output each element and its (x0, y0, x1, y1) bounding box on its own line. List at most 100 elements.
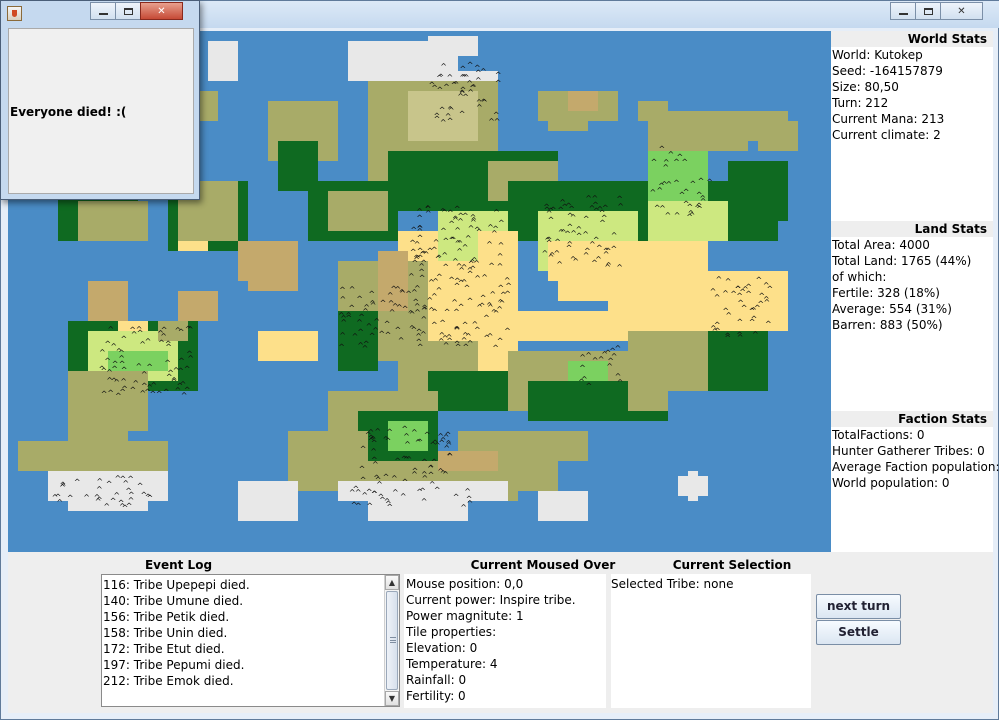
close-button[interactable]: ✕ (940, 2, 983, 20)
hill-mark-icon: ^ (737, 318, 744, 327)
hill-mark-icon: ^ (380, 298, 387, 307)
hill-mark-icon: ^ (368, 289, 375, 298)
hill-mark-icon: ^ (763, 281, 770, 290)
hill-mark-icon: ^ (340, 318, 347, 327)
hill-mark-icon: ^ (443, 236, 450, 245)
tile-fertility: Fertility: 0 (406, 689, 466, 703)
hill-mark-icon: ^ (476, 228, 483, 237)
event-log-entry[interactable]: 172: Tribe Etut died. (103, 641, 385, 657)
hill-mark-icon: ^ (616, 194, 623, 203)
hill-mark-icon: ^ (656, 186, 663, 195)
hill-mark-icon: ^ (549, 251, 556, 260)
event-log-entry[interactable]: 158: Tribe Unin died. (103, 625, 385, 641)
event-log-entry[interactable]: 156: Tribe Petik died. (103, 609, 385, 625)
hill-mark-icon: ^ (737, 333, 744, 342)
hill-mark-icon: ^ (483, 314, 490, 323)
hill-mark-icon: ^ (416, 338, 423, 347)
event-log-scrollbar[interactable]: ▲ ▼ (384, 575, 399, 706)
stats-sidebar: World Stats World: Kutokep Seed: -164157… (831, 31, 999, 552)
scrollbar-thumb[interactable] (386, 591, 398, 690)
scroll-up-button[interactable]: ▲ (385, 575, 399, 590)
hill-mark-icon: ^ (107, 389, 114, 398)
dialog-close-button[interactable]: ✕ (140, 2, 183, 20)
current-selection-title: Current Selection (672, 558, 792, 572)
event-log-entry[interactable]: 212: Tribe Emok died. (103, 673, 385, 689)
hill-mark-icon: ^ (67, 494, 74, 503)
hill-mark-icon: ^ (567, 222, 574, 231)
hill-mark-icon: ^ (130, 386, 137, 395)
hill-mark-icon: ^ (408, 272, 415, 281)
terrain-tile (688, 471, 698, 501)
hill-mark-icon: ^ (706, 177, 713, 186)
hill-mark-icon: ^ (598, 355, 605, 364)
hill-mark-icon: ^ (442, 470, 449, 479)
hill-mark-icon: ^ (724, 333, 731, 342)
hill-mark-icon: ^ (402, 305, 409, 314)
arrow-down-icon: ▼ (388, 694, 396, 703)
terrain-tile (638, 101, 668, 121)
hill-mark-icon: ^ (421, 315, 428, 324)
hill-mark-icon: ^ (141, 490, 148, 499)
hill-mark-icon: ^ (400, 492, 407, 501)
terrain-tile (428, 36, 478, 56)
hill-mark-icon: ^ (436, 286, 443, 295)
hill-mark-icon: ^ (456, 247, 463, 256)
terrain-tile (198, 91, 218, 121)
land-average: Average: 554 (31%) (832, 302, 952, 316)
terrain-tile (728, 161, 788, 221)
land-stats-body: Total Area: 4000 Total Land: 1765 (44%) … (832, 237, 994, 333)
hill-mark-icon: ^ (497, 252, 504, 261)
hill-mark-icon: ^ (474, 274, 481, 283)
maximize-button[interactable] (915, 2, 941, 20)
dialog-maximize-button[interactable] (115, 2, 141, 20)
hill-mark-icon: ^ (468, 224, 475, 233)
hill-mark-icon: ^ (392, 302, 399, 311)
world-stats-header: World Stats (831, 31, 993, 47)
next-turn-button[interactable]: next turn (816, 594, 901, 619)
event-log-entry[interactable]: 197: Tribe Pepumi died. (103, 657, 385, 673)
dialog-minimize-button[interactable] (90, 2, 116, 20)
minimize-icon (98, 12, 108, 15)
event-log-entry[interactable]: 116: Tribe Upepepi died. (103, 577, 385, 593)
hill-mark-icon: ^ (74, 477, 81, 486)
hill-mark-icon: ^ (582, 230, 589, 239)
terrain-tile (328, 191, 388, 231)
hill-mark-icon: ^ (438, 337, 445, 346)
hill-mark-icon: ^ (386, 428, 393, 437)
hill-mark-icon: ^ (683, 188, 690, 197)
terrain-tile (238, 501, 268, 521)
scroll-down-button[interactable]: ▼ (385, 691, 399, 706)
hill-mark-icon: ^ (599, 219, 606, 228)
hill-mark-icon: ^ (472, 320, 479, 329)
hill-mark-icon: ^ (340, 295, 347, 304)
hill-mark-icon: ^ (442, 262, 449, 271)
hill-mark-icon: ^ (163, 388, 170, 397)
hill-mark-icon: ^ (355, 502, 362, 511)
event-log[interactable]: 116: Tribe Upepepi died. 140: Tribe Umun… (101, 574, 400, 707)
land-fertile: Fertile: 328 (18%) (832, 286, 940, 300)
hill-mark-icon: ^ (164, 358, 171, 367)
hill-mark-icon: ^ (450, 236, 457, 245)
hill-mark-icon: ^ (103, 502, 110, 511)
hill-mark-icon: ^ (547, 207, 554, 216)
hill-mark-icon: ^ (392, 488, 399, 497)
hill-mark-icon: ^ (470, 264, 477, 273)
hill-mark-icon: ^ (486, 301, 493, 310)
hill-mark-icon: ^ (616, 263, 623, 272)
terrain-tile (538, 491, 588, 521)
hill-mark-icon: ^ (421, 303, 428, 312)
event-log-entry[interactable]: 140: Tribe Umune died. (103, 593, 385, 609)
settle-button[interactable]: Settle (816, 620, 901, 645)
hill-mark-icon: ^ (579, 353, 586, 362)
hill-mark-icon: ^ (110, 342, 117, 351)
hill-mark-icon: ^ (481, 273, 488, 282)
hill-mark-icon: ^ (546, 239, 553, 248)
hill-mark-icon: ^ (681, 158, 688, 167)
minimize-button[interactable] (890, 2, 916, 20)
hill-mark-icon: ^ (584, 247, 591, 256)
hill-mark-icon: ^ (461, 336, 468, 345)
hill-mark-icon: ^ (409, 324, 416, 333)
hill-mark-icon: ^ (467, 499, 474, 508)
hill-mark-icon: ^ (101, 390, 108, 399)
hill-mark-icon: ^ (128, 496, 135, 505)
